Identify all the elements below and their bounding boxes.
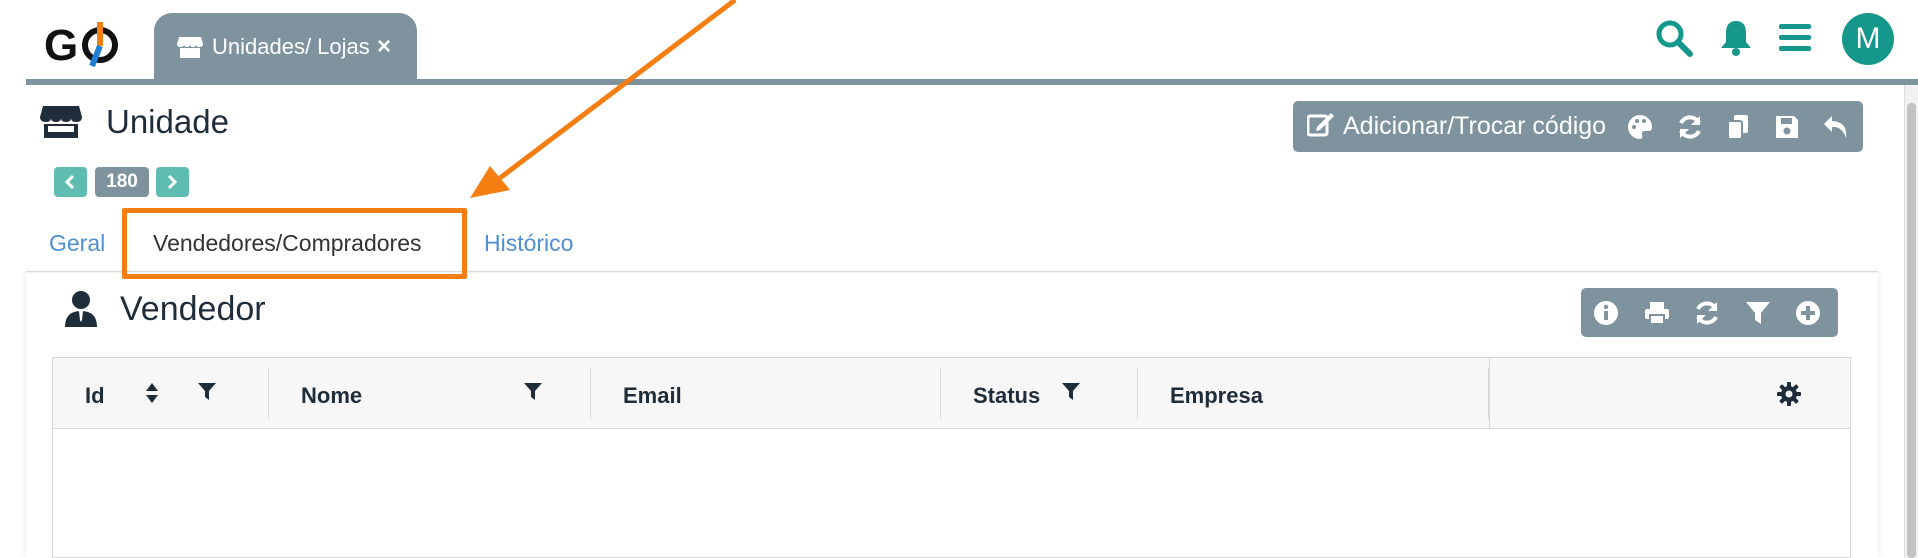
record-toolbar: Adicionar/Trocar código [1293,101,1863,152]
sort-icon[interactable] [145,382,159,409]
change-code-button[interactable]: Adicionar/Trocar código [1306,101,1607,152]
store-icon [177,35,203,64]
top-bar: G Unidades/ Lojas × M [0,0,1918,80]
section-title: Vendedor [120,290,266,328]
column-empresa: Empresa [1138,358,1489,429]
svg-text:G: G [44,21,78,70]
add-icon[interactable] [1786,288,1830,337]
change-code-label: Adicionar/Trocar código [1343,112,1607,140]
edit-icon [1306,111,1335,142]
page-title: Unidade [106,103,229,140]
column-header-label: Empresa [1170,383,1263,408]
highlight-box [122,208,467,279]
next-record-button[interactable] [156,167,189,197]
filter-icon[interactable] [197,382,217,407]
bell-icon[interactable] [1716,18,1756,58]
scrollbar-thumb[interactable] [1907,103,1916,558]
open-tab-unidades[interactable]: Unidades/ Lojas × [154,13,417,80]
refresh-icon[interactable] [1685,288,1729,337]
vertical-scrollbar[interactable] [1904,85,1918,558]
refresh-icon[interactable] [1676,101,1704,152]
filter-icon[interactable] [1061,382,1081,407]
column-header-label: Email [623,383,682,408]
palette-icon[interactable] [1626,101,1654,152]
column-id: Id [53,358,269,429]
record-id-badge: 180 [95,167,149,197]
previous-record-button[interactable] [54,167,87,197]
column-email: Email [591,358,941,429]
info-icon[interactable] [1584,288,1628,337]
undo-icon[interactable] [1822,101,1850,152]
tab-historico[interactable]: Histórico [484,230,573,257]
gear-icon[interactable] [1777,382,1801,411]
column-header-label: Nome [301,383,363,408]
filter-icon[interactable] [1736,288,1780,337]
menu-icon[interactable] [1776,18,1816,58]
save-icon[interactable] [1774,101,1800,152]
store-icon [40,104,82,145]
avatar[interactable]: M [1842,13,1894,65]
column-nome: Nome [269,358,591,429]
table-header: Id Nome Email Status Empresa [53,358,1850,429]
column-spacer [1489,358,1501,429]
column-header-label: Id [85,383,105,408]
vendedor-table: Id Nome Email Status Empresa [52,357,1851,558]
table-toolbar [1581,288,1838,337]
filter-icon[interactable] [523,382,543,407]
column-status: Status [941,358,1138,429]
close-icon[interactable]: × [377,35,391,59]
copy-icon[interactable] [1726,101,1750,152]
tab-title: Unidades/ Lojas [212,34,370,59]
column-header-label: Status [973,383,1041,408]
search-icon[interactable] [1654,18,1694,58]
app-logo[interactable]: G [44,18,124,70]
tab-geral[interactable]: Geral [49,230,105,257]
person-icon [64,290,98,333]
print-icon[interactable] [1635,288,1679,337]
